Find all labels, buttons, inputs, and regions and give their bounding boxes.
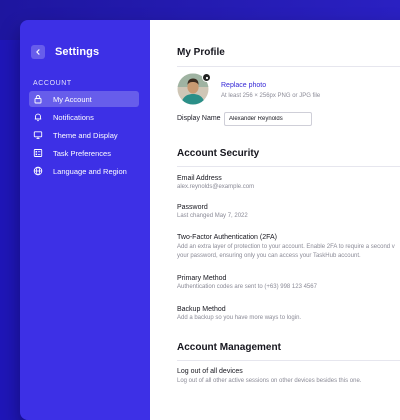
settings-window: Settings ACCOUNT My Account Notification… bbox=[20, 20, 400, 420]
sidebar-item-label: My Account bbox=[53, 94, 92, 104]
divider bbox=[177, 66, 400, 67]
display-name-field[interactable] bbox=[224, 112, 312, 126]
sidebar-item-label: Language and Region bbox=[53, 166, 127, 176]
backup-method-title: Backup Method bbox=[177, 306, 226, 313]
display-name-label: Display Name bbox=[177, 115, 221, 122]
back-button[interactable] bbox=[31, 45, 45, 59]
password-title: Password bbox=[177, 204, 208, 211]
sidebar-header: Settings bbox=[31, 45, 99, 59]
divider bbox=[177, 360, 400, 361]
sidebar-item-language-and-region[interactable]: Language and Region bbox=[29, 163, 139, 179]
divider bbox=[177, 166, 400, 167]
sidebar-item-theme-and-display[interactable]: Theme and Display bbox=[29, 127, 139, 143]
sidebar-section-label: ACCOUNT bbox=[33, 80, 72, 87]
email-value: alex.reynolds@example.com bbox=[177, 184, 255, 190]
sidebar-item-task-preferences[interactable]: Task Preferences bbox=[29, 145, 139, 161]
monitor-icon bbox=[33, 130, 43, 140]
sidebar-item-my-account[interactable]: My Account bbox=[29, 91, 139, 107]
sidebar: Settings ACCOUNT My Account Notification… bbox=[20, 20, 150, 420]
twofa-description-line1: Add an extra layer of protection to your… bbox=[177, 244, 395, 250]
main-content: My Profile Replace photo At least 256 × … bbox=[150, 20, 400, 420]
checklist-icon bbox=[33, 148, 43, 158]
sidebar-item-label: Notifications bbox=[53, 112, 94, 122]
email-title: Email Address bbox=[177, 175, 222, 182]
primary-method-description: Authentication codes are sent to (+63) 9… bbox=[177, 284, 317, 290]
password-last-changed: Last changed May 7, 2022 bbox=[177, 213, 248, 219]
photo-hint: At least 256 × 256px PNG or JPG file bbox=[221, 93, 321, 99]
camera-icon[interactable] bbox=[202, 73, 211, 82]
primary-method-title: Primary Method bbox=[177, 275, 227, 282]
backup-method-description: Add a backup so you have more ways to lo… bbox=[177, 315, 302, 321]
lock-icon bbox=[33, 94, 43, 104]
sidebar-title: Settings bbox=[55, 46, 100, 58]
logout-all-devices-description: Log out of all other active sessions on … bbox=[177, 378, 362, 384]
twofa-description-line2: your password, ensuring only you can acc… bbox=[177, 253, 361, 259]
replace-photo-link[interactable]: Replace photo bbox=[221, 82, 266, 89]
account-security-heading: Account Security bbox=[177, 148, 260, 159]
bell-icon bbox=[33, 112, 43, 122]
sidebar-nav: My Account Notifications Theme and Displ… bbox=[29, 91, 139, 181]
account-management-heading: Account Management bbox=[177, 342, 281, 353]
globe-icon bbox=[33, 166, 43, 176]
chevron-left-icon bbox=[36, 49, 40, 55]
sidebar-item-notifications[interactable]: Notifications bbox=[29, 109, 139, 125]
twofa-title: Two-Factor Authentication (2FA) bbox=[177, 234, 277, 241]
my-profile-heading: My Profile bbox=[177, 47, 225, 58]
sidebar-item-label: Theme and Display bbox=[53, 130, 118, 140]
logout-all-devices-title[interactable]: Log out of all devices bbox=[177, 368, 243, 375]
sidebar-item-label: Task Preferences bbox=[53, 148, 111, 158]
